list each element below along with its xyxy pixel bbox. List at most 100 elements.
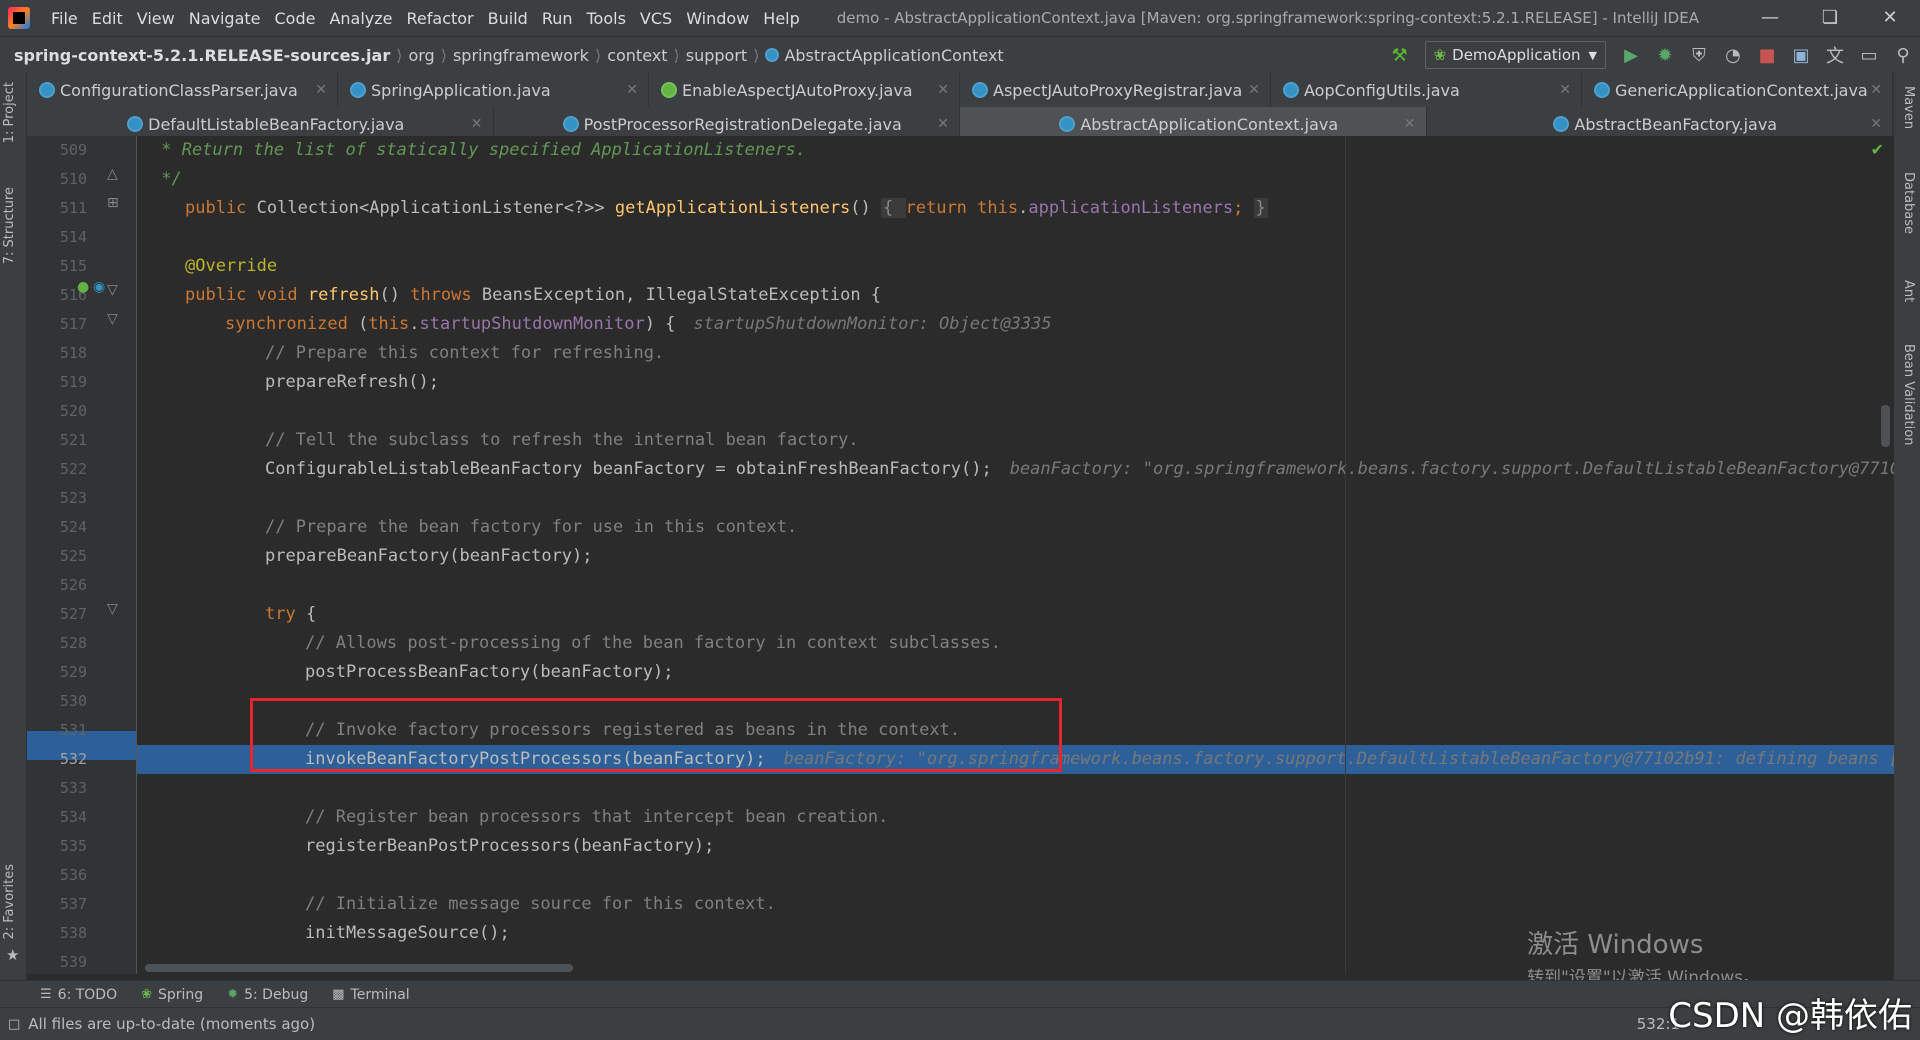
line-number: 522 bbox=[59, 460, 87, 478]
menu-build[interactable]: Build bbox=[481, 9, 535, 28]
structure-tool-button[interactable]: 7: Structure bbox=[2, 187, 17, 264]
todo-tool-button[interactable]: ☰ 6: TODO bbox=[40, 987, 117, 1003]
close-tab-icon[interactable]: ✕ bbox=[1248, 82, 1260, 98]
spring-tool-button[interactable]: ❀ Spring bbox=[141, 987, 203, 1003]
override-icon[interactable]: ● bbox=[77, 279, 89, 295]
windows-activation-watermark: 激活 Windows 转到"设置"以激活 Windows。 bbox=[1527, 924, 1760, 988]
project-structure-icon[interactable]: ▣ bbox=[1787, 41, 1815, 69]
class-icon bbox=[1594, 82, 1610, 98]
minimize-icon[interactable]: — bbox=[1740, 0, 1800, 36]
build-hammer-icon[interactable]: ⚒ bbox=[1386, 41, 1414, 69]
punct: . bbox=[1018, 198, 1029, 218]
maven-tool-button[interactable]: Maven bbox=[1901, 86, 1916, 129]
fold-icon[interactable]: ⊞ bbox=[107, 195, 119, 211]
run-icon[interactable]: ▶ bbox=[1617, 41, 1645, 69]
fold-icon[interactable]: ▽ bbox=[107, 601, 118, 617]
class-icon bbox=[765, 48, 780, 62]
tab-enable-aspectj-auto-proxy[interactable]: EnableAspectJAutoProxy.java ✕ bbox=[649, 73, 960, 107]
presentation-icon[interactable]: ▭ bbox=[1855, 41, 1883, 69]
keyword: try bbox=[265, 604, 306, 624]
debug-tool-button[interactable]: ✹ 5: Debug bbox=[227, 987, 308, 1003]
breadcrumb-context[interactable]: context bbox=[607, 46, 667, 65]
close-tab-icon[interactable]: ✕ bbox=[937, 82, 949, 98]
menu-analyze[interactable]: Analyze bbox=[322, 9, 399, 28]
terminal-tool-button[interactable]: ▩ Terminal bbox=[332, 987, 409, 1003]
breadcrumb-class[interactable]: AbstractApplicationContext bbox=[784, 46, 1003, 65]
menu-vcs[interactable]: VCS bbox=[633, 9, 679, 28]
bean-validation-tool-button[interactable]: Bean Validation bbox=[1901, 344, 1916, 445]
ant-tool-button[interactable]: Ant bbox=[1901, 280, 1916, 302]
menu-tools[interactable]: Tools bbox=[580, 9, 633, 28]
status-panel-icon[interactable]: □ bbox=[8, 1017, 20, 1032]
code-line-522: ConfigurableListableBeanFactory beanFact… bbox=[265, 455, 1894, 484]
line-number-current: 532 bbox=[59, 750, 87, 768]
line-number: 514 bbox=[59, 228, 87, 246]
breadcrumb-support[interactable]: support bbox=[686, 46, 747, 65]
right-tool-strip: Maven Database Ant Bean Validation bbox=[1893, 72, 1920, 980]
run-config-selector[interactable]: ❀ DemoApplication ▼ bbox=[1424, 41, 1606, 69]
inspection-ok-icon[interactable]: ✔ bbox=[1871, 140, 1884, 159]
close-window-icon[interactable]: ✕ bbox=[1860, 0, 1920, 36]
menu-refactor[interactable]: Refactor bbox=[400, 9, 481, 28]
punct: () bbox=[850, 198, 882, 218]
stop-icon[interactable]: ■ bbox=[1753, 41, 1781, 69]
star-icon: ★ bbox=[6, 946, 20, 964]
code-editor[interactable]: * Return the list of statically specifie… bbox=[137, 136, 1894, 974]
class-icon bbox=[1553, 116, 1570, 132]
vertical-scrollbar-thumb[interactable] bbox=[1881, 405, 1890, 447]
coverage-icon[interactable]: ⛨ bbox=[1685, 41, 1713, 69]
close-tab-icon[interactable]: ✕ bbox=[1404, 116, 1416, 132]
breadcrumb-jar[interactable]: spring-context-5.2.1.RELEASE-sources.jar bbox=[14, 46, 390, 65]
search-icon[interactable]: ⚲ bbox=[1889, 41, 1917, 69]
code-line-519: prepareRefresh(); bbox=[265, 372, 439, 392]
tab-configuration-class-parser[interactable]: ConfigurationClassParser.java ✕ bbox=[27, 73, 338, 107]
menu-help[interactable]: Help bbox=[756, 9, 806, 28]
menu-code[interactable]: Code bbox=[268, 9, 323, 28]
implemented-icon[interactable]: ◉ bbox=[93, 279, 105, 295]
restore-icon[interactable]: ❏ bbox=[1800, 0, 1860, 36]
menu-edit[interactable]: Edit bbox=[85, 9, 130, 28]
line-number: 536 bbox=[59, 866, 87, 884]
type: BeansException, IllegalStateException { bbox=[481, 285, 882, 305]
line-number: 520 bbox=[59, 402, 87, 420]
tab-aop-config-utils[interactable]: AopConfigUtils.java ✕ bbox=[1271, 73, 1582, 107]
close-tab-icon[interactable]: ✕ bbox=[626, 82, 638, 98]
breadcrumb-springframework[interactable]: springframework bbox=[453, 46, 589, 65]
tab-label: AopConfigUtils.java bbox=[1304, 80, 1460, 100]
punct: ( bbox=[358, 314, 369, 334]
fold-icon[interactable]: ▽ bbox=[107, 282, 118, 298]
favorites-tool-button[interactable]: 2: Favorites bbox=[2, 864, 17, 940]
tab-aspectj-auto-proxy-registrar[interactable]: AspectJAutoProxyRegistrar.java ✕ bbox=[960, 73, 1271, 107]
fold-icon[interactable]: ▽ bbox=[107, 311, 118, 327]
line-number: 509 bbox=[59, 141, 87, 159]
folded-brace[interactable]: } bbox=[1253, 198, 1268, 218]
menu-run[interactable]: Run bbox=[535, 9, 580, 28]
close-tab-icon[interactable]: ✕ bbox=[1559, 82, 1571, 98]
navigation-bar: spring-context-5.2.1.RELEASE-sources.jar… bbox=[0, 36, 1920, 74]
chevron-down-icon: ▼ bbox=[1588, 48, 1597, 62]
field: startupShutdownMonitor bbox=[419, 314, 645, 334]
folded-brace[interactable]: { bbox=[881, 198, 906, 218]
tab-generic-application-context[interactable]: GenericApplicationContext.java ✕ bbox=[1582, 73, 1893, 107]
terminal-label: Terminal bbox=[350, 986, 410, 1003]
menu-view[interactable]: View bbox=[130, 9, 182, 28]
close-tab-icon[interactable]: ✕ bbox=[937, 116, 949, 132]
tab-spring-application[interactable]: SpringApplication.java ✕ bbox=[338, 73, 649, 107]
translate-icon[interactable]: 文 bbox=[1821, 41, 1849, 69]
fold-icon[interactable]: △ bbox=[107, 166, 118, 182]
menu-file[interactable]: File bbox=[44, 9, 85, 28]
project-tool-button[interactable]: 1: Project bbox=[2, 82, 17, 143]
profile-icon[interactable]: ◔ bbox=[1719, 41, 1747, 69]
menu-navigate[interactable]: Navigate bbox=[182, 9, 268, 28]
close-tab-icon[interactable]: ✕ bbox=[1870, 116, 1882, 132]
tool-window-bar: ☰ 6: TODO ❀ Spring ✹ 5: Debug ▩ Terminal bbox=[0, 980, 1920, 1008]
debug-icon[interactable]: ✹ bbox=[1651, 41, 1679, 69]
menu-window[interactable]: Window bbox=[679, 9, 756, 28]
close-tab-icon[interactable]: ✕ bbox=[1870, 82, 1882, 98]
breadcrumb-org[interactable]: org bbox=[408, 46, 434, 65]
code-line-515: @Override bbox=[185, 256, 278, 276]
close-tab-icon[interactable]: ✕ bbox=[315, 82, 327, 98]
horizontal-scrollbar-thumb[interactable] bbox=[145, 964, 573, 972]
database-tool-button[interactable]: Database bbox=[1901, 172, 1916, 234]
close-tab-icon[interactable]: ✕ bbox=[471, 116, 483, 132]
